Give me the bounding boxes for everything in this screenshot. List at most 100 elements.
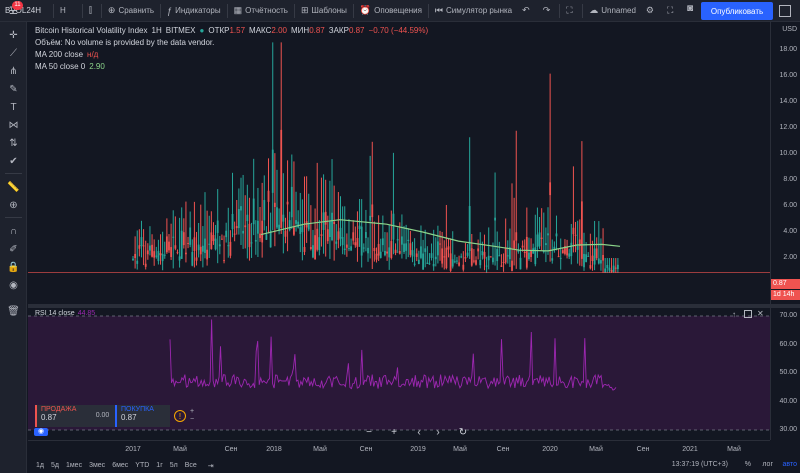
reports-button[interactable]: ▦ Отчётность: [229, 0, 293, 22]
interval-label: H: [60, 6, 66, 15]
candle-body: [377, 243, 380, 256]
templates-button[interactable]: ⊞ Шаблоны: [296, 0, 352, 22]
ma50-row[interactable]: MA 50 close 0 2.90: [35, 60, 432, 72]
close-value: 0.87: [348, 25, 365, 35]
magnet-icon[interactable]: ∩: [6, 224, 21, 239]
rsi-tick: 70.00: [779, 312, 797, 319]
range-button[interactable]: YTD: [135, 462, 149, 469]
candle-body: [489, 256, 492, 258]
compare-button[interactable]: ⊕ Сравнить: [103, 0, 159, 22]
check-icon[interactable]: ✔: [6, 154, 21, 169]
candle-body: [297, 221, 300, 228]
snapshot-button[interactable]: ◙: [683, 3, 697, 17]
buy-button[interactable]: ПОКУПКА 0.87: [115, 405, 170, 427]
percent-toggle[interactable]: %: [745, 461, 751, 468]
candle-body: [386, 251, 388, 254]
undo-button[interactable]: ↶: [517, 0, 538, 22]
candle-body: [451, 259, 454, 267]
pane-close-icon[interactable]: ✕: [757, 309, 764, 318]
candle-body: [273, 202, 276, 207]
candle-body: [604, 268, 607, 273]
fullscreen-toggle[interactable]: ⛶: [561, 0, 581, 22]
lock-icon[interactable]: 🔒: [6, 260, 21, 275]
price-scale[interactable]: USD 18.00 16.00 14.00 12.00 10.00 8.00 6.00 4.0…: [770, 22, 800, 440]
candle-body: [415, 253, 418, 257]
time-axis[interactable]: 2017 Май Сен 2018 Май Сен 2019 Май Сен 2020 Май Сен…: [28, 440, 770, 458]
price-tick: 6.00: [783, 202, 797, 210]
auto-toggle[interactable]: авто: [783, 461, 797, 468]
ruler-icon[interactable]: 📏: [6, 180, 21, 195]
fib-icon[interactable]: ⋔: [6, 64, 21, 79]
candle-body: [161, 253, 164, 262]
time-label: 2021: [682, 446, 698, 453]
zoom-icon[interactable]: ⊕: [6, 198, 21, 213]
range-button[interactable]: 1г: [156, 462, 162, 469]
layout-name: Unnamed: [601, 6, 636, 15]
chart-type-button[interactable]: ⫿: [84, 0, 100, 22]
trash-icon[interactable]: 🗑: [6, 304, 21, 319]
candle-body: [549, 182, 552, 196]
redo-button[interactable]: ↷: [538, 0, 559, 22]
rsi-legend: RSI 14 close 44.85: [35, 310, 95, 317]
replay-button[interactable]: ⏮ Симулятор рынка: [430, 0, 517, 22]
candle-body: [411, 250, 414, 257]
goto-date-icon[interactable]: ⇥: [208, 462, 214, 470]
candle-body: [369, 215, 372, 221]
scroll-left-icon[interactable]: ‹: [412, 426, 426, 440]
range-button[interactable]: 1д: [36, 462, 44, 469]
trade-expand-icon[interactable]: + −: [190, 408, 194, 424]
zoom-in-icon[interactable]: +: [387, 426, 401, 440]
alerts-button[interactable]: ⏰ Оповещения: [355, 0, 427, 22]
log-toggle[interactable]: лог: [762, 461, 773, 468]
eye-toggle-icon[interactable]: ◉: [34, 428, 48, 436]
info-icon[interactable]: !: [174, 410, 186, 422]
trend-line-icon[interactable]: ⟋: [6, 46, 21, 61]
settings-button[interactable]: ⚙: [641, 0, 662, 22]
candle-body: [280, 129, 283, 228]
candle-body: [595, 248, 598, 259]
candle-body: [492, 257, 494, 263]
candle-body: [237, 209, 240, 229]
reset-icon[interactable]: ↻: [456, 426, 470, 440]
ma200-row[interactable]: MA 200 close н/д: [35, 48, 432, 60]
stay-drawing-icon[interactable]: ✐: [6, 242, 21, 257]
candle-body: [407, 239, 410, 241]
text-icon[interactable]: T: [6, 100, 21, 115]
clock[interactable]: 13:37:19 (UTC+3): [672, 461, 728, 468]
prediction-icon[interactable]: ⇅: [6, 136, 21, 151]
range-button[interactable]: Все: [185, 462, 197, 469]
fullscreen-button[interactable]: ⛶: [662, 0, 681, 22]
pattern-icon[interactable]: ⋈: [6, 118, 21, 133]
pane-up-icon[interactable]: ↑: [732, 310, 736, 319]
range-button[interactable]: 5д: [51, 462, 59, 469]
interval-button[interactable]: H: [55, 0, 81, 22]
candle-body: [394, 249, 397, 253]
range-button[interactable]: 3мес: [89, 462, 105, 469]
layout-menu[interactable]: ☁ Unnamed: [584, 0, 641, 22]
eye-icon[interactable]: ◉: [6, 278, 21, 293]
publish-button[interactable]: Опубликовать: [701, 2, 773, 20]
range-button[interactable]: 1мес: [66, 462, 82, 469]
time-label: Май: [727, 446, 741, 453]
scroll-right-icon[interactable]: ›: [431, 426, 445, 440]
candle-body: [430, 253, 433, 258]
candle-body: [189, 227, 192, 245]
candle-body: [320, 234, 323, 237]
candle-body: [388, 247, 391, 258]
candle-body: [170, 247, 173, 257]
candle-body: [337, 231, 340, 240]
pane-maximize-icon[interactable]: [744, 310, 752, 318]
buy-value: 0.87: [121, 413, 137, 422]
candle-body: [271, 149, 274, 193]
candle-body: [223, 260, 225, 262]
zoom-out-icon[interactable]: −: [362, 426, 376, 440]
crosshair-icon[interactable]: ✛: [6, 28, 21, 43]
candle-body: [248, 223, 251, 248]
maximize-icon[interactable]: [779, 5, 791, 17]
indicators-button[interactable]: ƒ Индикаторы: [162, 0, 226, 22]
high-value: 2.00: [271, 25, 287, 35]
range-button[interactable]: 5л: [170, 462, 178, 469]
sell-button[interactable]: ПРОДАЖА 0.87: [35, 405, 90, 427]
brush-icon[interactable]: ✎: [6, 82, 21, 97]
range-button[interactable]: 6мес: [112, 462, 128, 469]
